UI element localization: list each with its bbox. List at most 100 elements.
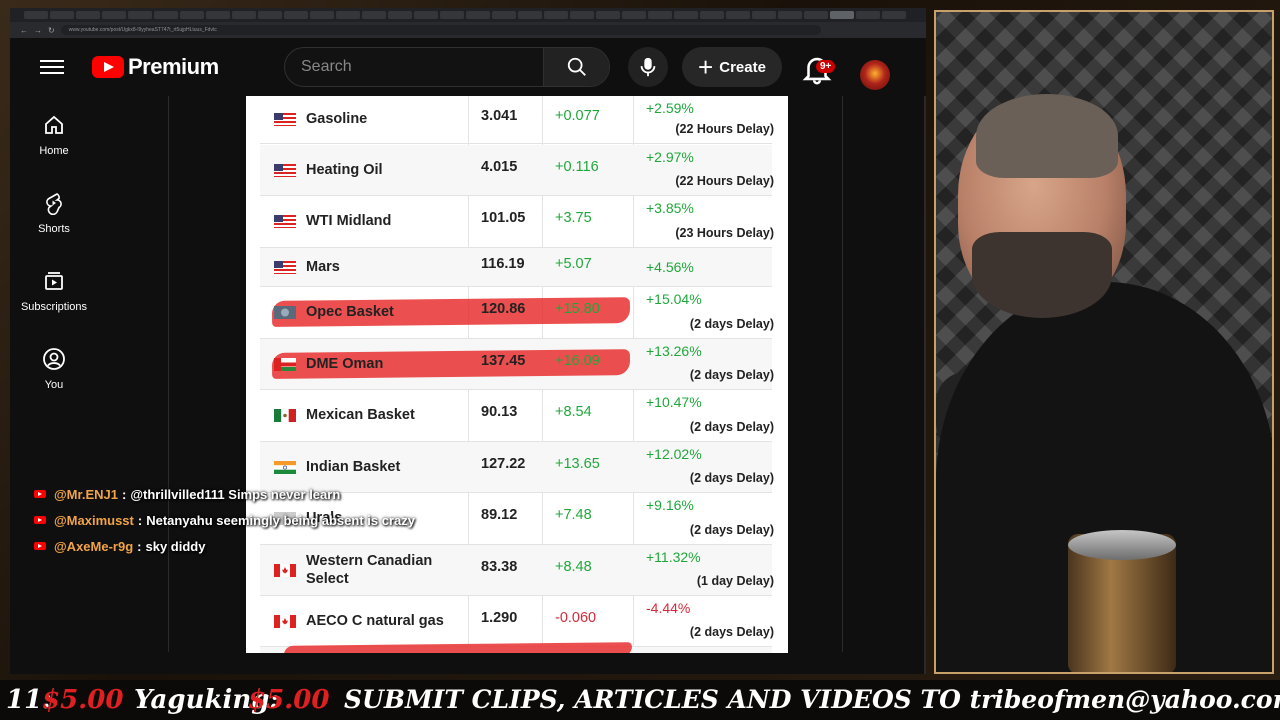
percent-change: +2.59% bbox=[646, 100, 694, 116]
browser-tab[interactable] bbox=[674, 11, 698, 19]
browser-tab[interactable] bbox=[726, 11, 750, 19]
browser-tab[interactable] bbox=[856, 11, 880, 19]
delay-note: (23 Hours Delay) bbox=[675, 226, 774, 240]
browser-tab[interactable] bbox=[24, 11, 48, 19]
chat-separator: : bbox=[137, 538, 142, 554]
browser-tab[interactable] bbox=[804, 11, 828, 19]
price-value: 90.13 bbox=[481, 404, 518, 420]
browser-tab[interactable] bbox=[310, 11, 334, 19]
commodity-name: Heating Oil bbox=[306, 162, 383, 178]
commodity-name: Gasoline bbox=[306, 111, 368, 127]
chat-text: Netanyahu seemingly being absent is craz… bbox=[146, 512, 415, 528]
flag-in-icon bbox=[274, 461, 296, 474]
browser-tab[interactable] bbox=[544, 11, 568, 19]
sidebar-item-shorts[interactable]: Shorts bbox=[10, 174, 98, 252]
browser-tab[interactable] bbox=[648, 11, 672, 19]
browser-tab[interactable] bbox=[128, 11, 152, 19]
flag-om-icon bbox=[274, 358, 296, 371]
browser-tab[interactable] bbox=[440, 11, 464, 19]
delay-note: (2 days Delay) bbox=[689, 317, 774, 331]
browser-tab[interactable] bbox=[76, 11, 100, 19]
create-button[interactable]: + Create bbox=[682, 47, 782, 87]
table-row: WTI Midland 101.05 +3.75 +3.85% (23 Hours De… bbox=[260, 196, 774, 248]
commodity-name: Indian Basket bbox=[306, 459, 401, 475]
price-value: 4.015 bbox=[481, 159, 518, 175]
browser-tab[interactable] bbox=[778, 11, 802, 19]
browser-tab[interactable] bbox=[492, 11, 516, 19]
youtube-premium-logo[interactable]: Premium bbox=[92, 54, 219, 80]
change-value: +8.54 bbox=[555, 404, 592, 420]
change-value: +7.48 bbox=[555, 507, 592, 523]
sidebar-item-you[interactable]: You bbox=[10, 330, 98, 408]
streamer-beard bbox=[972, 232, 1112, 318]
price-value: 3.041 bbox=[481, 108, 518, 124]
change-value: +13.65 bbox=[555, 456, 600, 472]
url-field[interactable]: www.youtube.com/post/Ugkx8-l9yyheaST747t… bbox=[60, 25, 821, 35]
search-button[interactable] bbox=[543, 48, 609, 86]
menu-icon[interactable] bbox=[40, 56, 64, 76]
table-row: DME Oman 137.45 +16.09 +13.26% (2 days Delay… bbox=[260, 339, 774, 390]
browser-tab[interactable] bbox=[596, 11, 620, 19]
delay-note: (2 days Delay) bbox=[689, 625, 774, 639]
browser-tab[interactable] bbox=[752, 11, 776, 19]
flag-opec-icon bbox=[274, 306, 296, 319]
flag-us-icon bbox=[274, 113, 296, 126]
browser-tab[interactable] bbox=[258, 11, 282, 19]
avatar[interactable] bbox=[860, 60, 890, 90]
browser-tab[interactable] bbox=[622, 11, 646, 19]
browser-tab[interactable] bbox=[284, 11, 308, 19]
browser-tab[interactable] bbox=[518, 11, 542, 19]
percent-change: +9.16% bbox=[646, 497, 694, 513]
browser-tab[interactable] bbox=[102, 11, 126, 19]
browser-tab[interactable] bbox=[466, 11, 490, 19]
webcam-feed bbox=[934, 10, 1274, 674]
browser-tab[interactable] bbox=[570, 11, 594, 19]
donation-ticker: 11: $5.00 Yaguking: $5.00 SUBMIT CLIPS, … bbox=[0, 680, 1280, 720]
percent-change: +15.04% bbox=[646, 291, 702, 307]
table-row: Opec Basket 120.86 +15.80 +15.04% (2 days De… bbox=[260, 287, 774, 339]
price-value: 120.86 bbox=[481, 301, 526, 317]
delay-note: (2 days Delay) bbox=[689, 523, 774, 537]
browser-tab-strip bbox=[10, 8, 926, 22]
microphone-icon bbox=[640, 57, 656, 77]
price-value: 83.38 bbox=[481, 559, 518, 575]
delay-note: (22 Hours Delay) bbox=[675, 174, 774, 188]
chat-separator: : bbox=[137, 512, 143, 528]
sidebar-item-home[interactable]: Home bbox=[10, 96, 98, 174]
create-label: Create bbox=[719, 58, 766, 76]
delay-note: (2 days Delay) bbox=[689, 420, 774, 434]
browser-tab[interactable] bbox=[882, 11, 906, 19]
reload-icon[interactable]: ↻ bbox=[48, 26, 55, 35]
browser-tab[interactable] bbox=[388, 11, 412, 19]
browser-tab[interactable] bbox=[232, 11, 256, 19]
browser-tab[interactable] bbox=[830, 11, 854, 19]
back-icon[interactable]: ← bbox=[20, 26, 28, 35]
flag-us-icon bbox=[274, 215, 296, 228]
browser-tab[interactable] bbox=[362, 11, 386, 19]
browser-tab[interactable] bbox=[154, 11, 178, 19]
change-value: -0.060 bbox=[555, 610, 597, 626]
browser-tab[interactable] bbox=[50, 11, 74, 19]
search-icon bbox=[567, 57, 586, 76]
browser-tab[interactable] bbox=[414, 11, 438, 19]
browser-tab[interactable] bbox=[700, 11, 724, 19]
browser-tab[interactable] bbox=[336, 11, 360, 19]
percent-change: +2.97% bbox=[646, 149, 694, 165]
browser-tab[interactable] bbox=[206, 11, 230, 19]
voice-search-button[interactable] bbox=[628, 47, 668, 87]
sidebar-item-subscriptions[interactable]: Subscriptions bbox=[10, 252, 98, 330]
delay-note: (1 day Delay) bbox=[696, 574, 774, 588]
ticker-banner: SUBMIT CLIPS, ARTICLES AND VIDEOS TO tri… bbox=[344, 685, 1280, 714]
table-row: Gasoline 3.041 +0.077 +2.59% (22 Hours Delay… bbox=[260, 96, 774, 144]
percent-change: +4.56% bbox=[646, 259, 694, 275]
forward-icon[interactable]: → bbox=[34, 26, 42, 35]
sidebar-item-label: You bbox=[44, 379, 64, 391]
plus-icon: + bbox=[698, 52, 714, 82]
percent-change: +12.02% bbox=[646, 446, 702, 462]
price-value: 137.45 bbox=[481, 353, 526, 369]
ticker-amount: $5.00 bbox=[42, 685, 124, 715]
change-value: +5.07 bbox=[555, 256, 592, 272]
browser-tab[interactable] bbox=[180, 11, 204, 19]
search-input[interactable] bbox=[285, 48, 543, 86]
tankard-rim bbox=[1068, 530, 1176, 560]
